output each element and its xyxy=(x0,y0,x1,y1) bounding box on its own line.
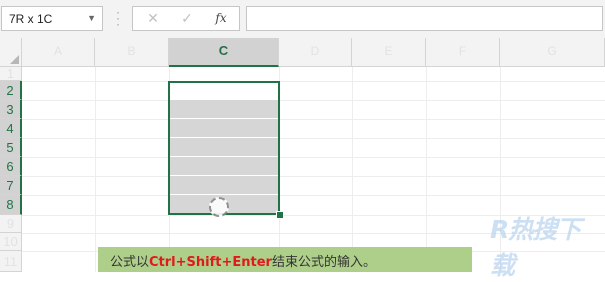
hint-shortcut-keys: Ctrl+Shift+Enter xyxy=(149,255,272,270)
row-header-3[interactable]: 3 xyxy=(0,100,22,119)
formula-input[interactable] xyxy=(246,6,603,31)
hint-suffix: 结束公式的输入。 xyxy=(271,255,376,270)
gridline xyxy=(22,138,605,139)
insert-function-icon[interactable]: fx xyxy=(207,11,235,29)
row-header-4[interactable]: 4 xyxy=(0,119,22,138)
formula-buttons: ✕ ✓ fx xyxy=(132,6,240,31)
gridline xyxy=(95,67,96,272)
gridline xyxy=(22,119,605,120)
select-all-button[interactable] xyxy=(0,38,22,67)
hint-prefix: 公式以 xyxy=(110,255,150,270)
row-header-9[interactable]: 9 xyxy=(0,215,22,233)
hint-text: 公式以Ctrl+Shift+Enter结束公式的输入。 xyxy=(110,251,376,270)
name-box-value: 7R x 1C xyxy=(9,12,53,26)
column-header-c[interactable]: C xyxy=(169,38,279,67)
column-header-b[interactable]: B xyxy=(95,38,169,67)
gridline xyxy=(426,67,427,272)
gridline xyxy=(22,100,605,101)
cursor-click-indicator-icon xyxy=(209,197,229,217)
row-header-6[interactable]: 6 xyxy=(0,157,22,176)
chevron-down-icon[interactable]: ▼ xyxy=(87,13,96,23)
column-header-f[interactable]: F xyxy=(426,38,500,67)
row-header-10[interactable]: 10 xyxy=(0,233,22,251)
row-header-5[interactable]: 5 xyxy=(0,138,22,157)
column-header-d[interactable]: D xyxy=(279,38,352,67)
row-header-7[interactable]: 7 xyxy=(0,176,22,195)
column-header-g[interactable]: G xyxy=(500,38,605,67)
gridline xyxy=(22,81,605,82)
column-header-a[interactable]: A xyxy=(22,38,95,67)
tutorial-hint: 公式以Ctrl+Shift+Enter结束公式的输入。 xyxy=(98,247,472,272)
row-header-11[interactable]: 11 xyxy=(0,251,22,272)
watermark-logo: R热搜下载 xyxy=(490,215,581,280)
cancel-icon[interactable]: ✕ xyxy=(139,10,167,28)
row-header-1[interactable]: 1 xyxy=(0,67,22,81)
gridline xyxy=(22,176,605,177)
row-header-2[interactable]: 2 xyxy=(0,81,22,100)
name-box[interactable]: 7R x 1C ▼ xyxy=(1,6,103,31)
column-header-e[interactable]: E xyxy=(352,38,426,67)
gridline xyxy=(22,157,605,158)
drag-handle-icon[interactable]: · · · xyxy=(111,6,125,30)
gridline xyxy=(352,67,353,272)
select-all-triangle-icon xyxy=(10,55,19,64)
fill-handle[interactable] xyxy=(276,211,284,219)
formula-bar: 7R x 1C ▼ · · · ✕ ✓ fx xyxy=(0,0,605,39)
enter-icon[interactable]: ✓ xyxy=(173,10,201,28)
row-header-8[interactable]: 8 xyxy=(0,195,22,215)
gridline xyxy=(22,195,605,196)
selection-border xyxy=(168,81,280,215)
